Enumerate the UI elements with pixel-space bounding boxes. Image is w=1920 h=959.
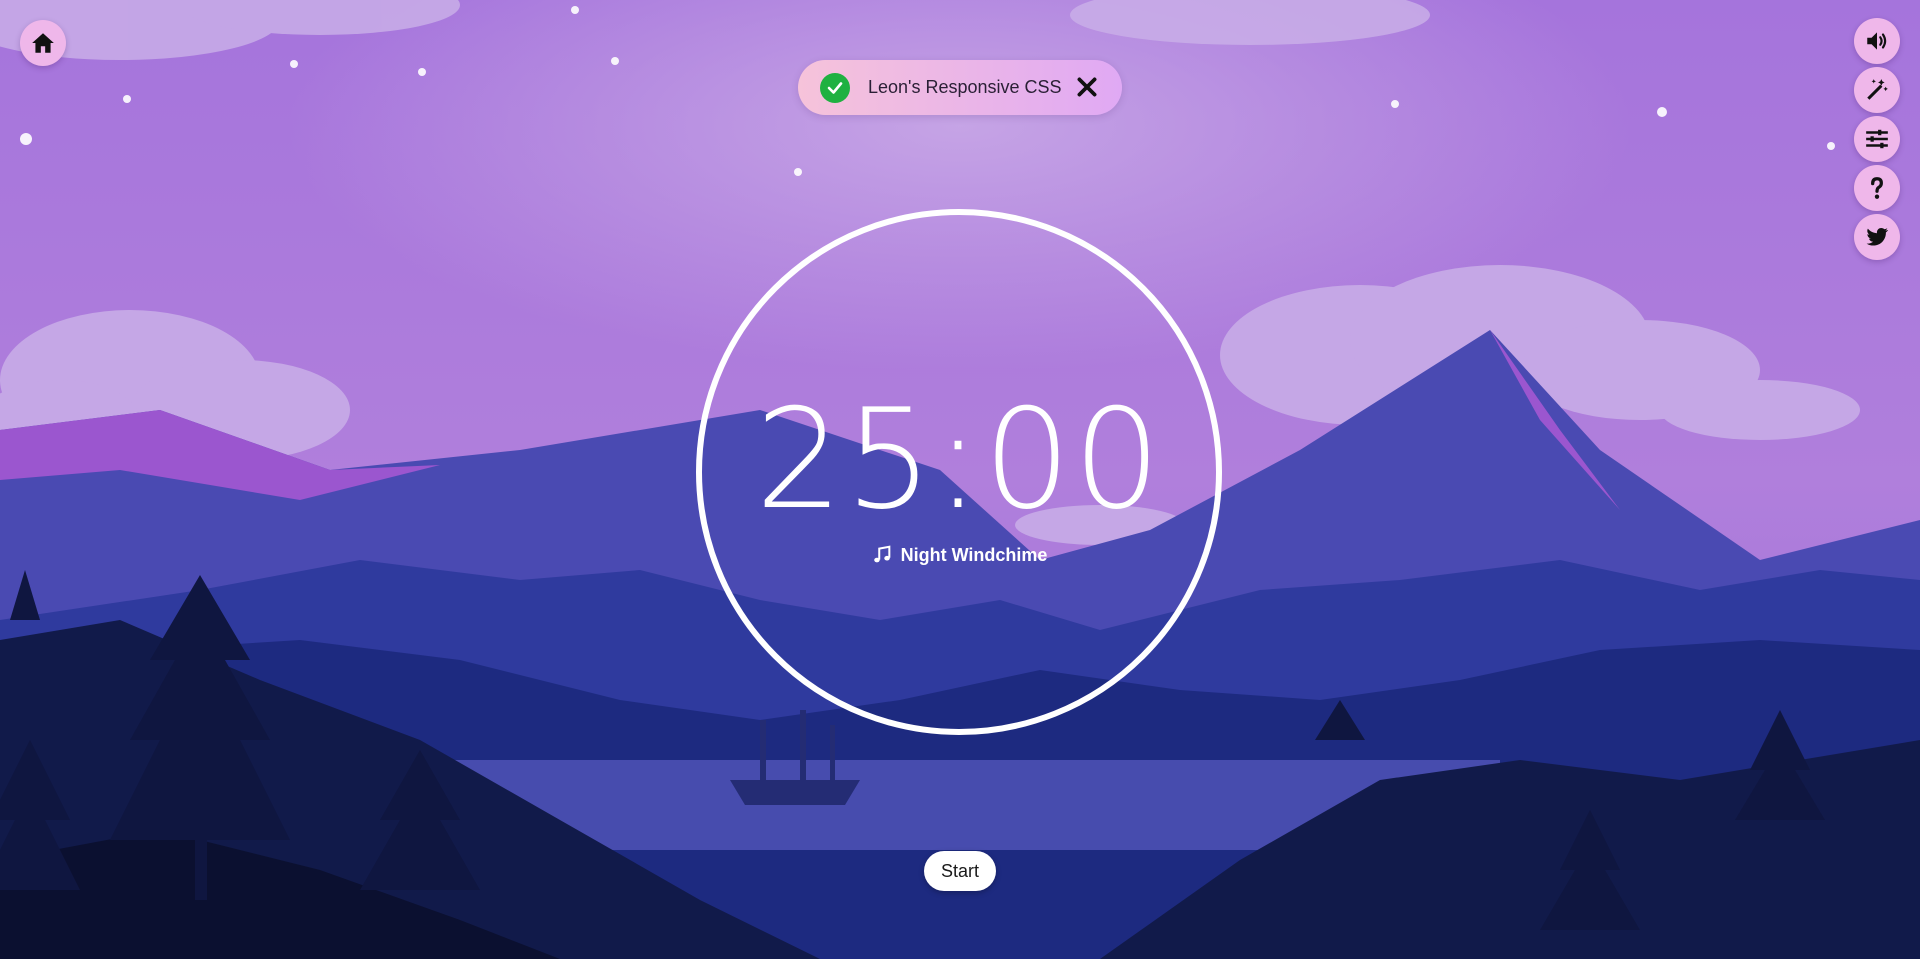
toast-notification: Leon's Responsive CSS: [798, 60, 1122, 115]
help-button[interactable]: [1854, 165, 1900, 211]
home-button[interactable]: [20, 20, 66, 66]
twitter-button[interactable]: [1854, 214, 1900, 260]
theme-button[interactable]: [1854, 67, 1900, 113]
home-icon: [32, 33, 54, 53]
close-icon[interactable]: [1074, 74, 1100, 100]
check-icon: [820, 72, 850, 103]
question-icon: [1871, 177, 1883, 199]
track-indicator[interactable]: Night Windchime: [696, 544, 1222, 566]
magic-wand-icon: [1867, 79, 1888, 100]
volume-icon: [1867, 32, 1887, 50]
music-note-icon: [873, 545, 890, 563]
settings-button[interactable]: [1854, 116, 1900, 162]
volume-button[interactable]: [1854, 18, 1900, 64]
track-name: Night Windchime: [900, 544, 1048, 565]
start-button[interactable]: Start: [924, 851, 996, 891]
twitter-icon: [1866, 227, 1889, 246]
sliders-icon: [1866, 129, 1888, 149]
timer-display: 25:00: [755, 379, 1163, 540]
toast-message: Leon's Responsive CSS: [868, 77, 1062, 97]
